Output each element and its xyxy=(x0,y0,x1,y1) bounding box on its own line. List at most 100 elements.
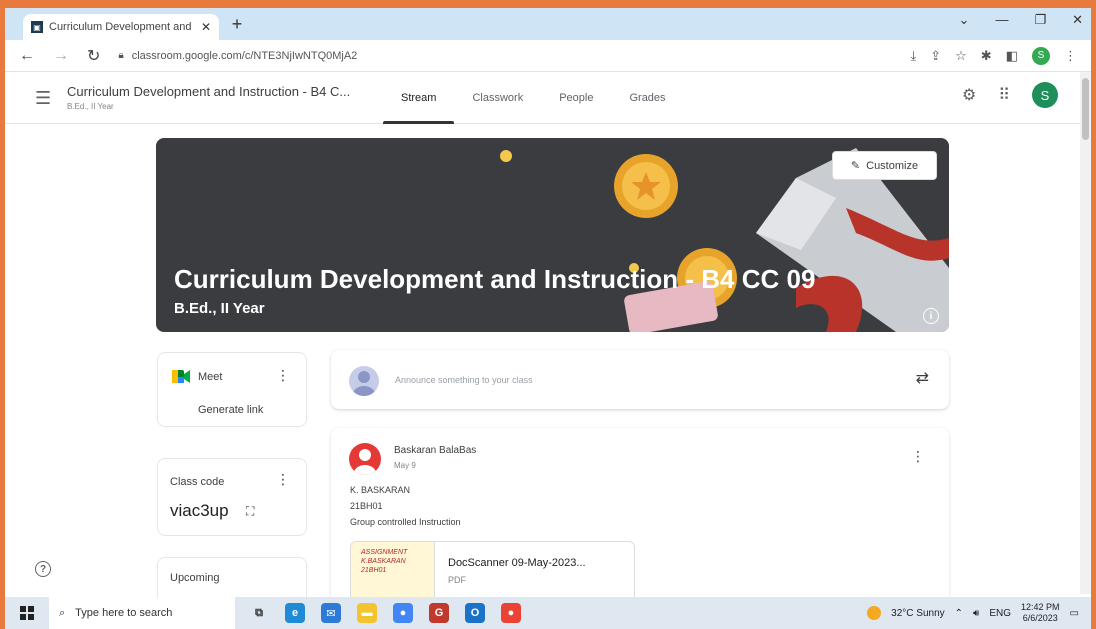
post-author: Baskaran BalaBas xyxy=(394,445,477,456)
class-code-card: Class code ⋮ viac3up ⛶ xyxy=(157,458,307,536)
taskbar-search[interactable]: ⌕ Type here to search xyxy=(49,597,235,629)
attachment-type: PDF xyxy=(448,575,466,585)
back-button[interactable]: ← xyxy=(19,47,35,65)
browser-tab-title: Curriculum Development and In xyxy=(49,21,195,33)
clock[interactable]: 12:42 PM 6/6/2023 xyxy=(1021,602,1060,624)
course-banner: Curriculum Development and Instruction -… xyxy=(156,138,949,332)
help-icon[interactable]: ? xyxy=(35,561,51,577)
course-nav-tabs: Stream Classwork People Grades xyxy=(383,72,684,124)
clock-date: 6/6/2023 xyxy=(1022,613,1058,623)
lock-icon: 🔒︎ xyxy=(118,50,124,61)
thumbnail-text: ASSIGNMENT K.BASKARAN 21BH01 xyxy=(361,549,408,574)
stream-post: Baskaran BalaBas May 9 ⋮ K. BASKARAN 21B… xyxy=(331,428,949,598)
info-icon[interactable]: i xyxy=(923,308,939,324)
side-panel-icon[interactable]: ◧ xyxy=(1006,48,1018,64)
user-avatar xyxy=(349,366,379,396)
install-app-icon[interactable]: ⤓ xyxy=(910,48,916,64)
post-line: K. BASKARAN xyxy=(350,485,411,495)
banner-illustration xyxy=(500,148,949,332)
windows-taskbar: ⌕ Type here to search ⧉ e ✉ ▬ ● G O ● 32… xyxy=(5,597,1091,629)
post-body: K. BASKARAN 21BH01 Group controlled Inst… xyxy=(350,482,461,530)
reload-button[interactable]: ↻ xyxy=(87,46,100,66)
upcoming-label: Upcoming xyxy=(170,572,220,584)
meet-card: Meet ⋮ Generate link xyxy=(157,352,307,427)
attachment-thumbnail: ASSIGNMENT K.BASKARAN 21BH01 xyxy=(351,542,435,598)
browser-tab[interactable]: ▣ Curriculum Development and In ✕ xyxy=(23,14,219,40)
main-menu-icon[interactable]: ☰ xyxy=(35,88,51,109)
chrome-icon[interactable]: ● xyxy=(393,603,413,623)
attachment-card[interactable]: ASSIGNMENT K.BASKARAN 21BH01 DocScanner … xyxy=(350,541,635,598)
clock-time: 12:42 PM xyxy=(1021,602,1060,612)
app-header: ☰ Curriculum Development and Instruction… xyxy=(5,72,1080,124)
extensions-puzzle-icon[interactable]: ✱ xyxy=(981,48,992,64)
address-bar[interactable]: 🔒︎ classroom.google.com/c/NTE3NjIwNTQ0Mj… xyxy=(118,44,910,68)
upcoming-card: Upcoming xyxy=(157,557,307,597)
announce-box[interactable]: Announce something to your class ⇄ xyxy=(331,350,949,409)
share-icon[interactable]: ⇪ xyxy=(930,48,941,64)
app-icon[interactable]: G xyxy=(429,603,449,623)
customize-label: Customize xyxy=(866,159,919,172)
browser-tabstrip: ▣ Curriculum Development and In ✕ + ⌄ — … xyxy=(5,8,1091,40)
repost-icon[interactable]: ⇄ xyxy=(916,368,929,388)
new-tab-button[interactable]: + xyxy=(227,14,247,35)
restore-button[interactable]: ❐ xyxy=(1034,12,1046,28)
meet-label: Meet xyxy=(198,371,223,383)
chevron-down-icon[interactable]: ⌄ xyxy=(959,12,970,28)
forward-button[interactable]: → xyxy=(53,47,69,65)
class-code-label: Class code xyxy=(170,476,225,488)
language-indicator[interactable]: ENG xyxy=(989,608,1011,619)
speaker-icon[interactable]: 🔊︎ xyxy=(973,608,979,619)
scrollbar-thumb[interactable] xyxy=(1082,78,1089,140)
more-options-icon[interactable]: ⋮ xyxy=(276,471,290,488)
url-text: classroom.google.com/c/NTE3NjIwNTQ0MjA2 xyxy=(131,49,358,62)
windows-logo-icon xyxy=(20,606,34,620)
tab-classwork[interactable]: Classwork xyxy=(454,72,541,124)
more-options-icon[interactable]: ⋮ xyxy=(276,367,290,384)
task-view-icon[interactable]: ⧉ xyxy=(249,603,269,623)
avatar[interactable]: S xyxy=(1032,82,1058,108)
edge-icon[interactable]: e xyxy=(285,603,305,623)
window-controls: ⌄ — ❐ ✕ xyxy=(959,12,1083,28)
post-line: 21BH01 xyxy=(350,501,383,511)
classroom-favicon-icon: ▣ xyxy=(31,21,43,33)
weather-text[interactable]: 32°C Sunny xyxy=(891,608,944,619)
banner-title: Curriculum Development and Instruction -… xyxy=(174,264,816,294)
page-scrollbar[interactable] xyxy=(1080,72,1091,594)
tab-people[interactable]: People xyxy=(541,72,611,124)
course-title[interactable]: Curriculum Development and Instruction -… xyxy=(67,84,350,99)
fullscreen-icon[interactable]: ⛶ xyxy=(246,504,254,519)
customize-button[interactable]: ✎ Customize xyxy=(832,151,937,180)
generate-link-button[interactable]: Generate link xyxy=(198,404,263,416)
apps-grid-icon[interactable]: ⠿ xyxy=(998,85,1010,105)
profile-avatar[interactable]: S xyxy=(1032,46,1050,65)
bookmark-star-icon[interactable]: ☆ xyxy=(955,48,967,64)
post-line: Group controlled Instruction xyxy=(350,517,461,527)
chevron-up-icon[interactable]: ⌃ xyxy=(955,608,963,619)
taskbar-search-placeholder: Type here to search xyxy=(75,607,173,619)
search-icon: ⌕ xyxy=(59,606,66,619)
close-window-button[interactable]: ✕ xyxy=(1072,12,1083,28)
chrome-icon[interactable]: ● xyxy=(501,603,521,623)
pencil-icon: ✎ xyxy=(850,160,861,172)
more-options-icon[interactable]: ⋮ xyxy=(911,448,925,465)
announce-placeholder: Announce something to your class xyxy=(395,375,533,385)
minimize-button[interactable]: — xyxy=(995,12,1008,28)
notifications-icon[interactable]: ▭ xyxy=(1070,608,1079,619)
browser-menu-icon[interactable]: ⋮ xyxy=(1064,48,1077,64)
weather-icon xyxy=(867,606,882,620)
outlook-icon[interactable]: O xyxy=(465,603,485,623)
tab-stream[interactable]: Stream xyxy=(383,72,455,124)
file-explorer-icon[interactable]: ▬ xyxy=(357,603,377,623)
course-subtitle: B.Ed., II Year xyxy=(67,102,114,111)
tab-grades[interactable]: Grades xyxy=(611,72,683,124)
class-code-value: viac3up xyxy=(170,501,229,520)
banner-subtitle: B.Ed., II Year xyxy=(174,300,265,317)
mail-icon[interactable]: ✉ xyxy=(321,603,341,623)
meet-icon xyxy=(172,370,190,383)
post-date: May 9 xyxy=(394,461,416,470)
start-button[interactable] xyxy=(5,606,49,620)
gear-icon[interactable]: ⚙ xyxy=(962,85,976,105)
attachment-name: DocScanner 09-May-2023... xyxy=(448,557,586,569)
close-tab-icon[interactable]: ✕ xyxy=(201,20,211,34)
author-avatar xyxy=(349,443,381,475)
